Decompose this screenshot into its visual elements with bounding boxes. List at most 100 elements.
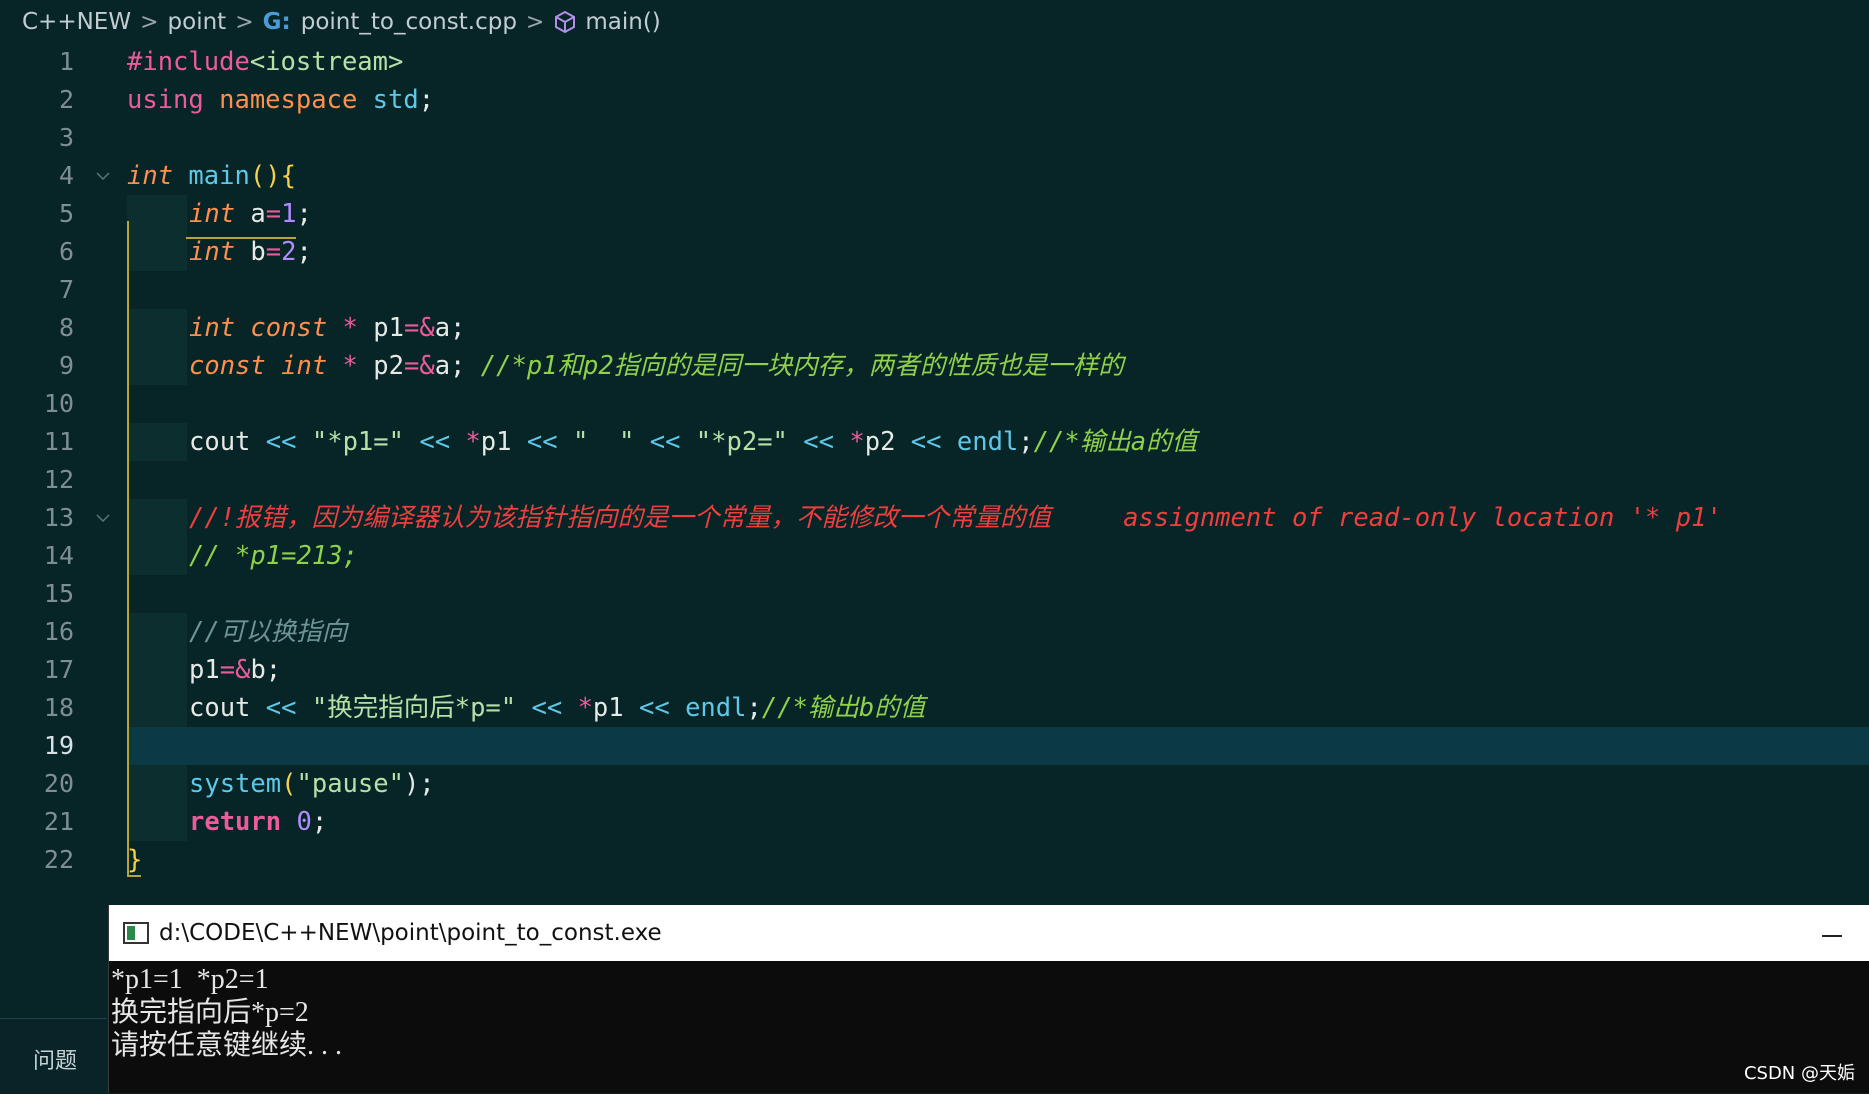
line-number: 1 bbox=[58, 47, 74, 76]
code-line[interactable]: #include<iostream> bbox=[127, 43, 403, 81]
operator: << bbox=[526, 427, 558, 457]
code-line[interactable]: cout << "换完指向后*p=" << *p1 << endl;//*输出b… bbox=[189, 689, 925, 727]
operator: << bbox=[803, 427, 834, 457]
brace: } bbox=[127, 845, 143, 875]
punctuation: ( bbox=[281, 769, 297, 799]
code-line[interactable]: return 0; bbox=[189, 803, 327, 841]
line-number: 13 bbox=[43, 503, 74, 532]
console-title-bar[interactable]: d:\CODE\C++NEW\point\point_to_const.exe bbox=[109, 905, 1869, 961]
error-comment: assignment of read-only location '* p1' bbox=[1123, 503, 1722, 533]
operator: << bbox=[910, 427, 942, 457]
console-window[interactable]: d:\CODE\C++NEW\point\point_to_const.exe … bbox=[108, 905, 1869, 1093]
breadcrumb-item-file[interactable]: point_to_const.cpp bbox=[301, 9, 517, 35]
console-output-line: *p1=1 *p2=1 bbox=[111, 964, 269, 995]
identifier: b bbox=[235, 237, 266, 267]
comment: //可以换指向 bbox=[189, 617, 348, 647]
breadcrumb-item-folder[interactable]: C++NEW bbox=[22, 9, 131, 35]
problems-tab-label: 问题 bbox=[33, 1049, 78, 1074]
punctuation: ; bbox=[296, 199, 312, 229]
operator: = bbox=[265, 199, 282, 229]
string-literal: "pause" bbox=[296, 769, 404, 799]
keyword: return bbox=[189, 807, 282, 837]
chevron-right-icon: > bbox=[525, 9, 545, 35]
keyword: namespace bbox=[219, 85, 358, 115]
breadcrumb: C++NEW > point > G: point_to_const.cpp >… bbox=[22, 4, 661, 40]
operator: = bbox=[265, 237, 282, 267]
comment: // *p1=213; bbox=[189, 541, 358, 571]
code-line[interactable]: //!报错，因为编译器认为该指针指向的是一个常量，不能修改一个常量的值 assig… bbox=[189, 499, 1722, 537]
operator: =& bbox=[219, 655, 251, 685]
type-keyword: const bbox=[189, 351, 266, 381]
code-line[interactable]: int const * p1=&a; bbox=[189, 309, 465, 347]
punctuation: () bbox=[249, 161, 281, 191]
chevron-right-icon: > bbox=[140, 9, 159, 35]
identifier: endl bbox=[956, 427, 1019, 457]
brace: { bbox=[280, 161, 296, 191]
type-keyword: int bbox=[189, 199, 236, 229]
code-line[interactable]: //可以换指向 bbox=[189, 613, 347, 651]
code-line[interactable]: system("pause"); bbox=[189, 765, 435, 803]
minimize-button[interactable] bbox=[1818, 919, 1848, 945]
identifier: p2 bbox=[357, 351, 404, 381]
punctuation: ; bbox=[1018, 427, 1034, 457]
operator: * bbox=[465, 427, 481, 457]
identifier: p1 bbox=[592, 693, 624, 723]
operator: << bbox=[531, 693, 563, 723]
code-line[interactable]: // *p1=213; bbox=[189, 537, 358, 575]
punctuation: ; bbox=[418, 85, 435, 115]
code-line[interactable]: int main(){ bbox=[127, 157, 296, 195]
breadcrumb-item-subfolder[interactable]: point bbox=[168, 9, 227, 35]
operator: * bbox=[342, 313, 358, 343]
breadcrumb-item-symbol[interactable]: main() bbox=[585, 9, 660, 35]
type-keyword: int bbox=[281, 351, 328, 381]
line-number: 12 bbox=[43, 465, 74, 494]
console-app-icon bbox=[123, 922, 149, 944]
line-number: 21 bbox=[43, 807, 74, 836]
function-name: system bbox=[189, 769, 282, 799]
code-line[interactable]: p1=&b; bbox=[189, 651, 281, 689]
line-number: 5 bbox=[58, 199, 74, 228]
type-keyword: int bbox=[127, 161, 174, 191]
problems-panel-tab[interactable]: 问题 bbox=[0, 1018, 107, 1094]
line-number: 7 bbox=[58, 275, 74, 304]
code-line[interactable]: using namespace std; bbox=[127, 81, 434, 119]
cpp-file-icon: G: bbox=[262, 9, 291, 35]
chevron-right-icon: > bbox=[235, 9, 254, 35]
operator: * bbox=[577, 693, 593, 723]
identifier: p1 bbox=[189, 655, 220, 685]
code-line[interactable]: } bbox=[127, 841, 142, 879]
line-number: 16 bbox=[43, 617, 74, 646]
console-title: d:\CODE\C++NEW\point\point_to_const.exe bbox=[159, 920, 662, 946]
operator: << bbox=[639, 693, 670, 723]
string-literal: " " bbox=[572, 427, 635, 457]
punctuation: ; bbox=[746, 693, 762, 723]
number: 0 bbox=[296, 807, 312, 837]
operator: =& bbox=[403, 313, 435, 343]
code-line[interactable]: int b=2; bbox=[189, 233, 312, 271]
error-comment: //!报错，因为编译器认为该指针指向的是一个常量，不能修改一个常量的值 bbox=[189, 503, 1052, 533]
operator: * bbox=[342, 351, 358, 381]
string-literal: "换完指向后*p=" bbox=[311, 693, 517, 723]
identifier: cout bbox=[189, 427, 251, 457]
include-directive: #include bbox=[127, 47, 250, 77]
identifier: p1 bbox=[357, 313, 404, 343]
console-output: *p1=1 *p2=1 换完指向后*p=2 请按任意键继续. . . bbox=[111, 963, 342, 1062]
punctuation: ; bbox=[311, 807, 328, 837]
comment: //*输出a的值 bbox=[1033, 427, 1198, 457]
punctuation: ); bbox=[403, 769, 435, 799]
number: 1 bbox=[281, 199, 297, 229]
identifier: a bbox=[235, 199, 266, 229]
code-line[interactable]: cout << "*p1=" << *p1 << " " << "*p2=" <… bbox=[189, 423, 1197, 461]
code-line[interactable]: int a=1; bbox=[189, 195, 312, 233]
number: 2 bbox=[281, 237, 297, 267]
line-number: 17 bbox=[43, 655, 74, 684]
line-number: 10 bbox=[43, 389, 74, 418]
header-name: <iostream> bbox=[249, 47, 404, 77]
operator: =& bbox=[403, 351, 435, 381]
operator: * bbox=[849, 427, 865, 457]
code-editor[interactable]: 1 2 3 4 5 6 7 8 9 10 11 12 13 14 15 16 1… bbox=[0, 43, 1869, 913]
code-line[interactable]: const int * p2=&a; //*p1和p2指向的是同一块内存，两者的… bbox=[189, 347, 1124, 385]
namespace-name: std bbox=[372, 85, 419, 115]
line-number: 6 bbox=[58, 237, 74, 266]
line-number: 15 bbox=[43, 579, 74, 608]
